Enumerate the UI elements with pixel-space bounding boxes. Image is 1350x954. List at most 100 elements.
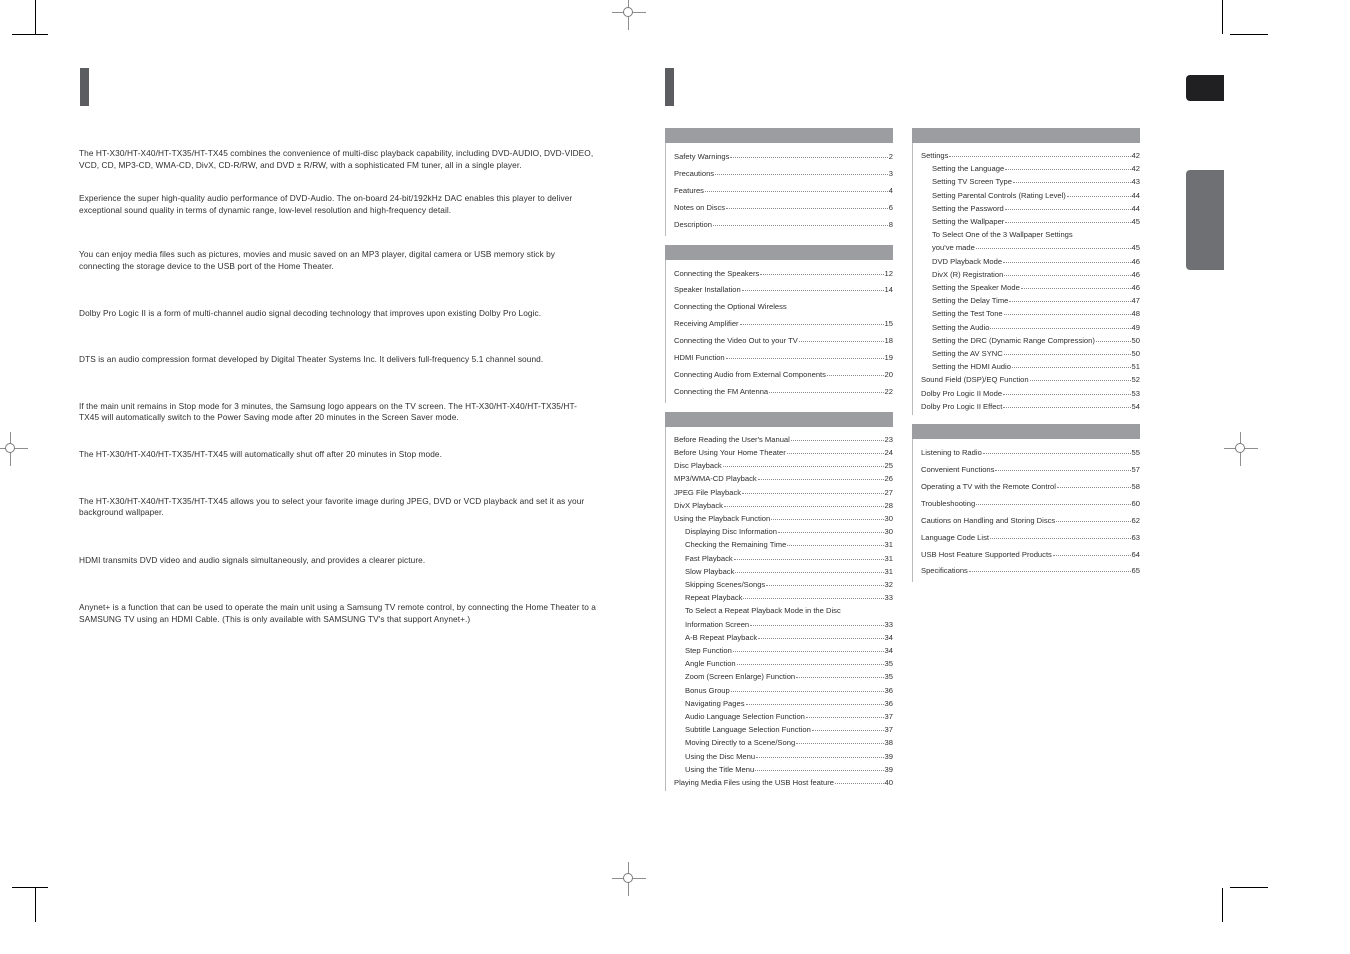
toc-entry[interactable]: Disc Playback 25 [674, 459, 893, 472]
toc-entry-leader-dots [968, 567, 1131, 573]
toc-entry[interactable]: Dolby Pro Logic II Effect 54 [921, 400, 1140, 413]
toc-entry[interactable]: Setting the Wallpaper 45 [921, 215, 1140, 228]
toc-entry[interactable]: Audio Language Selection Function 37 [674, 710, 893, 723]
toc-entry[interactable]: Setting the Speaker Mode 46 [921, 281, 1140, 294]
toc-entry-label: Cautions on Handling and Storing Discs [921, 515, 1056, 525]
toc-entry-leader-dots [834, 778, 884, 785]
toc-entry[interactable]: Setting the Delay Time 47 [921, 294, 1140, 307]
toc-entry[interactable]: Connecting the Optional Wireless [674, 299, 893, 316]
intro-paragraph-9: HDMI transmits DVD video and audio signa… [79, 554, 426, 565]
toc-entry[interactable]: Checking the Remaining Time 31 [674, 538, 893, 551]
toc-entry-label: Connecting Audio from External Component… [674, 369, 826, 379]
toc-entry[interactable]: Angle Function 35 [674, 657, 893, 670]
toc-entry[interactable]: To Select a Repeat Playback Mode in the … [674, 604, 893, 617]
toc-entry[interactable]: Connecting the FM Antenna 22 [674, 384, 893, 401]
toc-entry[interactable]: Safety Warnings 2 [674, 149, 893, 166]
toc-entry-page-number: 48 [1131, 309, 1140, 319]
toc-entry-page-number: 31 [884, 566, 893, 576]
toc-entry[interactable]: HDMI Function 19 [674, 350, 893, 367]
toc-entry[interactable]: Zoom (Screen Enlarge) Function 35 [674, 670, 893, 683]
toc-entry[interactable]: Before Using Your Home Theater 24 [674, 446, 893, 459]
toc-entry[interactable]: Troubleshooting 60 [921, 496, 1140, 513]
toc-entry-page-number: 35 [884, 659, 893, 669]
toc-entry[interactable]: Cautions on Handling and Storing Discs 62 [921, 513, 1140, 530]
toc-entry[interactable]: Setting the Language 42 [921, 162, 1140, 175]
toc-entry-label: DVD Playback Mode [932, 256, 1003, 266]
toc-entry[interactable]: you've made 45 [921, 241, 1140, 254]
toc-entry[interactable]: Setting the DRC (Dynamic Range Compressi… [921, 334, 1140, 347]
toc-entry-page-number: 4 [888, 185, 893, 195]
toc-entry[interactable]: Information Screen 33 [674, 618, 893, 631]
toc-entry[interactable]: Displaying Disc Information 30 [674, 525, 893, 538]
toc-entry[interactable]: Playing Media Files using the USB Host f… [674, 776, 893, 789]
toc-section: Settings 42 Setting the Language 42 Setting … [912, 128, 1140, 416]
toc-entry[interactable]: Setting the HDMI Audio 51 [921, 360, 1140, 373]
toc-entry[interactable]: Connecting Audio from External Component… [674, 367, 893, 384]
toc-entry[interactable]: Slow Playback 31 [674, 565, 893, 578]
toc-entry-label: Setting the Password [932, 203, 1004, 213]
toc-entry[interactable]: Speaker Installation 14 [674, 282, 893, 299]
toc-entry-leader-dots [745, 699, 884, 705]
toc-entry[interactable]: JPEG File Playback 27 [674, 486, 893, 499]
toc-entry[interactable]: Setting Parental Controls (Rating Level)… [921, 189, 1140, 202]
toc-entry[interactable]: Receiving Amplifier 15 [674, 316, 893, 333]
toc-entry[interactable]: Fast Playback 31 [674, 552, 893, 565]
toc-entry[interactable]: DivX (R) Registration 46 [921, 268, 1140, 281]
toc-entry-page-number: 55 [1131, 448, 1140, 458]
toc-entry-leader-dots [704, 186, 888, 192]
toc-entry[interactable]: Setting the AV SYNC 50 [921, 347, 1140, 360]
toc-entry-label: Connecting the Video Out to your TV [674, 336, 798, 346]
toc-entry[interactable]: Notes on Discs 6 [674, 200, 893, 217]
toc-entry-page-number: 37 [884, 725, 893, 735]
toc-entry[interactable]: Skipping Scenes/Songs 32 [674, 578, 893, 591]
toc-entry-page-number: 47 [1131, 296, 1140, 306]
toc-entry[interactable]: Connecting the Speakers 12 [674, 266, 893, 283]
toc-section-header-bar [665, 128, 893, 143]
toc-entry[interactable]: Setting TV Screen Type 43 [921, 175, 1140, 188]
toc-entry[interactable]: Using the Title Menu 39 [674, 763, 893, 776]
toc-entry[interactable]: DVD Playback Mode 46 [921, 255, 1140, 268]
toc-entry-label: Fast Playback [685, 553, 733, 563]
toc-entry[interactable]: MP3/WMA-CD Playback 26 [674, 472, 893, 485]
toc-entry[interactable]: Description 8 [674, 217, 893, 234]
toc-entry-label: Settings [921, 151, 949, 160]
toc-entry[interactable]: Features 4 [674, 183, 893, 200]
toc-entry[interactable]: Using the Playback Function 30 [674, 512, 893, 525]
toc-section-header-bar [912, 128, 1140, 143]
toc-entry[interactable]: Repeat Playback 33 [674, 591, 893, 604]
toc-entry[interactable]: Moving Directly to a Scene/Song 38 [674, 736, 893, 749]
toc-entry[interactable]: Step Function 34 [674, 644, 893, 657]
toc-entry-label: Operating a TV with the Remote Control [921, 481, 1056, 491]
toc-entry-label: To Select a Repeat Playback Mode in the … [685, 606, 841, 616]
toc-entry[interactable]: Setting the Password 44 [921, 202, 1140, 215]
toc-middle-column: Safety Warnings 2 Precautions 3 Features 4 Not… [665, 128, 893, 800]
toc-entry[interactable]: Precautions 3 [674, 166, 893, 183]
toc-entry[interactable]: Bonus Group 36 [674, 684, 893, 697]
toc-entry[interactable]: Using the Disc Menu 39 [674, 750, 893, 763]
toc-entry-page-number: 26 [884, 474, 893, 484]
toc-entry-label: Before Reading the User's Manual [674, 434, 790, 444]
toc-entry[interactable]: Specifications 65 [921, 563, 1140, 580]
toc-entry[interactable]: Setting the Audio 49 [921, 321, 1140, 334]
crop-mark-bottom-left-vertical [35, 888, 36, 922]
toc-entry[interactable]: Connecting the Video Out to your TV 18 [674, 333, 893, 350]
toc-entry-label: Setting the Test Tone [932, 309, 1003, 319]
toc-entry[interactable]: Setting the Test Tone 48 [921, 307, 1140, 320]
toc-entry[interactable]: Operating a TV with the Remote Control 58 [921, 479, 1140, 496]
toc-entry[interactable]: Navigating Pages 36 [674, 697, 893, 710]
toc-entry[interactable]: Dolby Pro Logic II Mode 53 [921, 387, 1140, 400]
toc-section: Listening to Radio 55 Convenient Functions… [912, 424, 1140, 583]
toc-entry-leader-dots [790, 435, 884, 441]
toc-entry[interactable]: Listening to Radio 55 [921, 445, 1140, 462]
toc-entry[interactable]: Convenient Functions 57 [921, 462, 1140, 479]
toc-entry[interactable]: Sound Field (DSP)/EQ Function 52 [921, 373, 1140, 386]
toc-entry[interactable]: Subtitle Language Selection Function 37 [674, 723, 893, 736]
toc-entry[interactable]: USB Host Feature Supported Products 64 [921, 547, 1140, 564]
toc-entry[interactable]: Language Code List 63 [921, 530, 1140, 547]
toc-entry-page-number: 33 [884, 619, 893, 629]
toc-entry[interactable]: Before Reading the User's Manual 23 [674, 433, 893, 446]
toc-entry[interactable]: A-B Repeat Playback 34 [674, 631, 893, 644]
toc-entry[interactable]: DivX Playback 28 [674, 499, 893, 512]
toc-entry[interactable]: To Select One of the 3 Wallpaper Setting… [921, 228, 1140, 241]
toc-entry[interactable]: Settings 42 [921, 149, 1140, 162]
